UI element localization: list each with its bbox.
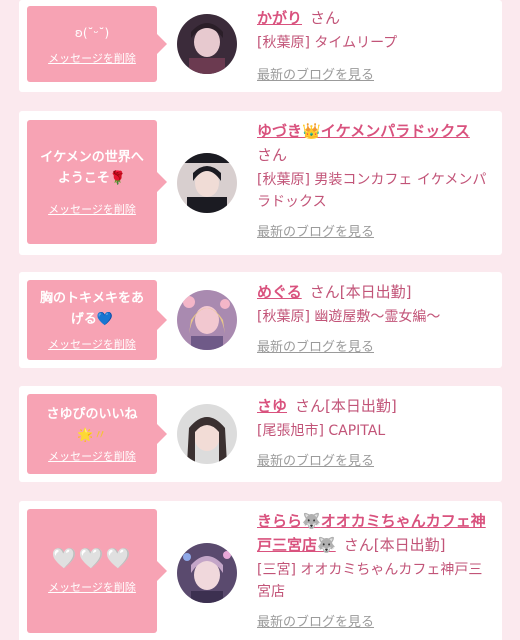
- name-line: ゆづき👑イケメンパラドックス: [257, 119, 492, 143]
- message-text: イケメンの世界へようこそ🌹: [35, 147, 149, 189]
- latest-blog-link[interactable]: 最新のブログを見る: [257, 221, 374, 240]
- cast-info: かがり さん [秋葉原] タイムリープ 最新のブログを見る: [257, 6, 492, 83]
- shop-text: [秋葉原] タイムリープ: [257, 35, 398, 51]
- shop-text: [秋葉原] 男装コンカフェ イケメンパラドックス: [257, 172, 487, 210]
- star-icon: 🌟〃: [77, 428, 107, 443]
- work-status: [本日出勤]: [339, 283, 412, 301]
- cast-card: さゆぴのいいね 🌟〃 メッセージを削除 さゆ さん[本日出勤] [尾張旭市] CAP…: [19, 386, 502, 482]
- wolf-icon: 🐺: [302, 512, 321, 530]
- message-text-body: さゆぴのいいね: [46, 407, 138, 422]
- name-line: かがり さん: [257, 6, 492, 30]
- cast-name-link[interactable]: さゆ: [257, 397, 287, 415]
- honorific: さん: [309, 283, 340, 301]
- avatar-photo: [177, 290, 237, 350]
- cast-card: 胸のトキメキをあげる💙 メッセージを削除 めぐる さん[本日出勤] [秋葉原] 幽…: [19, 272, 502, 368]
- name-line: めぐる さん[本日出勤]: [257, 280, 492, 304]
- latest-blog-link[interactable]: 最新のブログを見る: [257, 64, 374, 83]
- cast-info: きらら🐺オオカミちゃんカフェ神戸三宮店🐺 さん[本日出勤] [三宮] オオカミちゃ…: [257, 509, 492, 630]
- cast-card: 🤍🤍🤍 メッセージを削除 きらら🐺オオカミちゃんカフェ神戸三宮店🐺 さん[本日出勤…: [19, 501, 502, 640]
- message-text: さゆぴのいいね 🌟〃: [46, 404, 137, 446]
- message-bubble: 胸のトキメキをあげる💙 メッセージを削除: [27, 280, 167, 360]
- cast-name: きらら: [257, 512, 303, 530]
- delete-message-link[interactable]: メッセージを削除: [48, 336, 136, 352]
- honorific-line: さん: [257, 143, 492, 167]
- delete-message-link[interactable]: メッセージを削除: [48, 201, 136, 217]
- avatar[interactable]: [177, 153, 237, 213]
- cast-card: イケメンの世界へようこそ🌹 メッセージを削除 ゆづき👑イケメンパラドックス さん…: [19, 111, 502, 255]
- honorific: さん: [343, 536, 374, 554]
- work-status: [本日出勤]: [373, 536, 446, 554]
- delete-message-link[interactable]: メッセージを削除: [48, 50, 136, 66]
- cast-info: ゆづき👑イケメンパラドックス さん [秋葉原] 男装コンカフェ イケメンパラドッ…: [257, 119, 492, 240]
- rose-icon: 🌹: [109, 171, 127, 186]
- cast-info: さゆ さん[本日出勤] [尾張旭市] CAPITAL 最新のブログを見る: [257, 394, 492, 469]
- latest-blog-link[interactable]: 最新のブログを見る: [257, 611, 374, 630]
- cast-name-link[interactable]: めぐる: [257, 283, 302, 301]
- honorific: さん: [310, 9, 341, 27]
- delete-message-link[interactable]: メッセージを削除: [48, 448, 136, 464]
- honorific: さん: [257, 146, 288, 164]
- cast-info: めぐる さん[本日出勤] [秋葉原] 幽遊屋敷〜霊女編〜 最新のブログを見る: [257, 280, 492, 355]
- cast-name-suffix: イケメンパラドックス: [320, 122, 470, 140]
- wolf-icon: 🐺: [317, 536, 336, 554]
- message-bubble: ʚ(˘ᵕ˘) メッセージを削除: [27, 6, 167, 82]
- shop-text: [三宮] オオカミちゃんカフェ神戸三宮店: [257, 562, 483, 600]
- avatar[interactable]: [177, 404, 237, 464]
- latest-blog-link[interactable]: 最新のブログを見る: [257, 336, 374, 355]
- avatar-photo: [177, 153, 237, 213]
- name-line: きらら🐺オオカミちゃんカフェ神戸三宮店🐺 さん[本日出勤]: [257, 509, 492, 557]
- cast-card: ʚ(˘ᵕ˘) メッセージを削除 かがり さん [秋葉原] タイムリープ 最新のブロ…: [19, 0, 502, 92]
- message-text: 胸のトキメキをあげる💙: [35, 288, 149, 330]
- blue-heart-icon: 💙: [96, 312, 114, 327]
- avatar[interactable]: [177, 543, 237, 603]
- message-bubble: イケメンの世界へようこそ🌹 メッセージを削除: [27, 120, 167, 244]
- avatar-photo: [177, 404, 237, 464]
- message-text: 🤍🤍🤍: [51, 545, 133, 570]
- delete-message-link[interactable]: メッセージを削除: [48, 579, 136, 595]
- cast-name-link[interactable]: ゆづき👑イケメンパラドックス: [257, 122, 470, 140]
- cast-name-link[interactable]: かがり: [257, 9, 302, 27]
- shop-text: [尾張旭市] CAPITAL: [257, 423, 386, 439]
- latest-blog-link[interactable]: 最新のブログを見る: [257, 450, 374, 469]
- crown-icon: 👑: [302, 122, 321, 140]
- message-bubble: さゆぴのいいね 🌟〃 メッセージを削除: [27, 394, 167, 474]
- avatar[interactable]: [177, 14, 237, 74]
- name-line: さゆ さん[本日出勤]: [257, 394, 492, 418]
- cast-name: ゆづき: [257, 122, 303, 140]
- honorific: さん: [295, 397, 326, 415]
- avatar[interactable]: [177, 290, 237, 350]
- message-text-body: 胸のトキメキをあげる: [39, 291, 144, 327]
- favorite-cast-list: ʚ(˘ᵕ˘) メッセージを削除 かがり さん [秋葉原] タイムリープ 最新のブロ…: [0, 0, 520, 640]
- shop-text: [秋葉原] 幽遊屋敷〜霊女編〜: [257, 309, 441, 325]
- message-text: ʚ(˘ᵕ˘): [74, 25, 110, 40]
- avatar-photo: [177, 543, 237, 603]
- message-bubble: 🤍🤍🤍 メッセージを削除: [27, 509, 167, 633]
- message-text-body: イケメンの世界へようこそ: [40, 150, 144, 186]
- avatar-photo: [177, 14, 237, 74]
- work-status: [本日出勤]: [325, 397, 397, 415]
